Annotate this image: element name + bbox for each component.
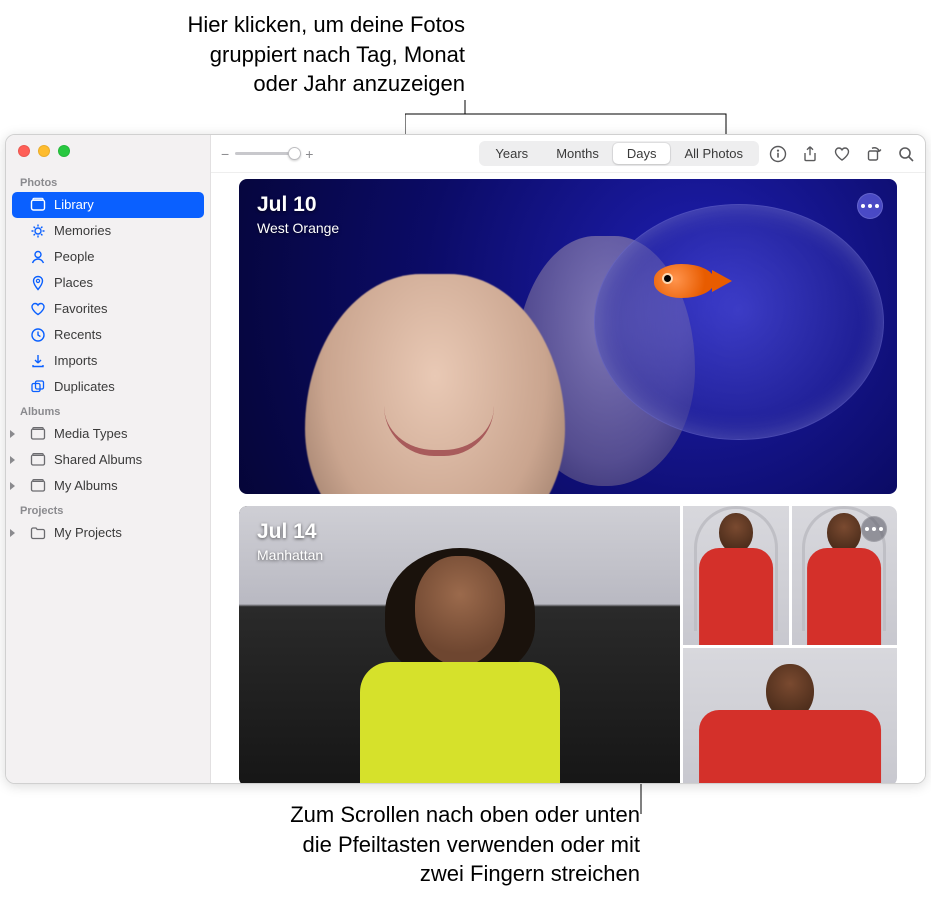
photo-thumbnail[interactable] — [683, 506, 789, 645]
sidebar-item-people[interactable]: People — [12, 244, 204, 270]
disclosure-triangle-icon[interactable] — [10, 430, 15, 438]
sidebar-item-label: Media Types — [54, 424, 127, 444]
sidebar-item-label: Library — [54, 195, 94, 215]
sidebar-item-label: Imports — [54, 351, 97, 371]
segment-months[interactable]: Months — [542, 143, 613, 164]
zoom-window-button[interactable] — [58, 145, 70, 157]
library-icon — [30, 197, 46, 213]
disclosure-triangle-icon[interactable] — [10, 456, 15, 464]
disclosure-triangle-icon[interactable] — [10, 529, 15, 537]
day-location: West Orange — [257, 220, 339, 236]
day-header: Jul 14 Manhattan — [257, 520, 323, 563]
zoom-control[interactable]: − + — [221, 146, 313, 162]
search-icon[interactable] — [897, 145, 915, 163]
sidebar-item-label: People — [54, 247, 94, 267]
folder-icon — [30, 525, 46, 541]
segment-years[interactable]: Years — [481, 143, 542, 164]
favorite-icon[interactable] — [833, 145, 851, 163]
sidebar-item-shared-albums[interactable]: Shared Albums — [12, 447, 204, 473]
zoom-slider-thumb[interactable] — [288, 147, 301, 160]
sidebar-section-photos: Photos — [12, 171, 204, 192]
duplicates-icon — [30, 379, 46, 395]
disclosure-triangle-icon[interactable] — [10, 482, 15, 490]
rotate-icon[interactable] — [865, 145, 883, 163]
photo-hero[interactable]: Jul 14 Manhattan — [239, 506, 680, 783]
sidebar-item-my-projects[interactable]: My Projects — [12, 520, 204, 546]
sidebar-item-media-types[interactable]: Media Types — [12, 421, 204, 447]
segment-days[interactable]: Days — [613, 143, 671, 164]
minimize-window-button[interactable] — [38, 145, 50, 157]
photos-app-window: Photos Library Memories People Places — [5, 134, 926, 784]
callout-bottom: Zum Scrollen nach oben oder unten die Pf… — [100, 800, 640, 889]
day-section[interactable]: Jul 10 West Orange — [239, 179, 897, 494]
sidebar-section-projects: Projects — [12, 499, 204, 520]
people-icon — [30, 249, 46, 265]
day-section[interactable]: Jul 14 Manhattan — [239, 506, 897, 783]
sidebar-item-label: My Albums — [54, 476, 118, 496]
window-controls — [12, 143, 204, 171]
view-segmented-control: Years Months Days All Photos — [479, 141, 759, 166]
sidebar-section-albums: Albums — [12, 400, 204, 421]
info-icon[interactable] — [769, 145, 787, 163]
sidebar-item-library[interactable]: Library — [12, 192, 204, 218]
day-header: Jul 10 West Orange — [257, 193, 339, 236]
toolbar: − + Years Months Days All Photos — [211, 135, 925, 173]
photo-thumbnail[interactable] — [683, 648, 897, 784]
places-icon — [30, 275, 46, 291]
sidebar: Photos Library Memories People Places — [6, 135, 211, 783]
more-options-button[interactable] — [857, 193, 883, 219]
folder-icon — [30, 426, 46, 442]
more-options-button[interactable] — [861, 516, 887, 542]
sidebar-item-label: Recents — [54, 325, 102, 345]
sidebar-item-label: Memories — [54, 221, 111, 241]
share-icon[interactable] — [801, 145, 819, 163]
day-date: Jul 10 — [257, 193, 339, 217]
import-icon — [30, 353, 46, 369]
zoom-out-icon[interactable]: − — [221, 146, 229, 162]
day-location: Manhattan — [257, 547, 323, 563]
sidebar-item-imports[interactable]: Imports — [12, 348, 204, 374]
sidebar-item-label: My Projects — [54, 523, 122, 543]
photo-grid-content[interactable]: Jul 10 West Orange Jul 14 — [211, 173, 925, 783]
sidebar-item-label: Favorites — [54, 299, 107, 319]
close-window-button[interactable] — [18, 145, 30, 157]
folder-icon — [30, 452, 46, 468]
sidebar-item-duplicates[interactable]: Duplicates — [12, 374, 204, 400]
main-area: − + Years Months Days All Photos — [211, 135, 925, 783]
memories-icon — [30, 223, 46, 239]
sidebar-item-label: Shared Albums — [54, 450, 142, 470]
folder-icon — [30, 478, 46, 494]
photo-thumbnail[interactable] — [792, 506, 898, 645]
zoom-slider[interactable] — [235, 152, 299, 155]
sidebar-item-label: Places — [54, 273, 93, 293]
sidebar-item-label: Duplicates — [54, 377, 115, 397]
sidebar-item-my-albums[interactable]: My Albums — [12, 473, 204, 499]
sidebar-item-favorites[interactable]: Favorites — [12, 296, 204, 322]
sidebar-item-recents[interactable]: Recents — [12, 322, 204, 348]
day-date: Jul 14 — [257, 520, 323, 544]
segment-all-photos[interactable]: All Photos — [670, 143, 757, 164]
sidebar-item-places[interactable]: Places — [12, 270, 204, 296]
heart-icon — [30, 301, 46, 317]
clock-icon — [30, 327, 46, 343]
zoom-in-icon[interactable]: + — [305, 146, 313, 162]
callout-top: Hier klicken, um deine Fotos gruppiert n… — [50, 10, 465, 99]
sidebar-item-memories[interactable]: Memories — [12, 218, 204, 244]
